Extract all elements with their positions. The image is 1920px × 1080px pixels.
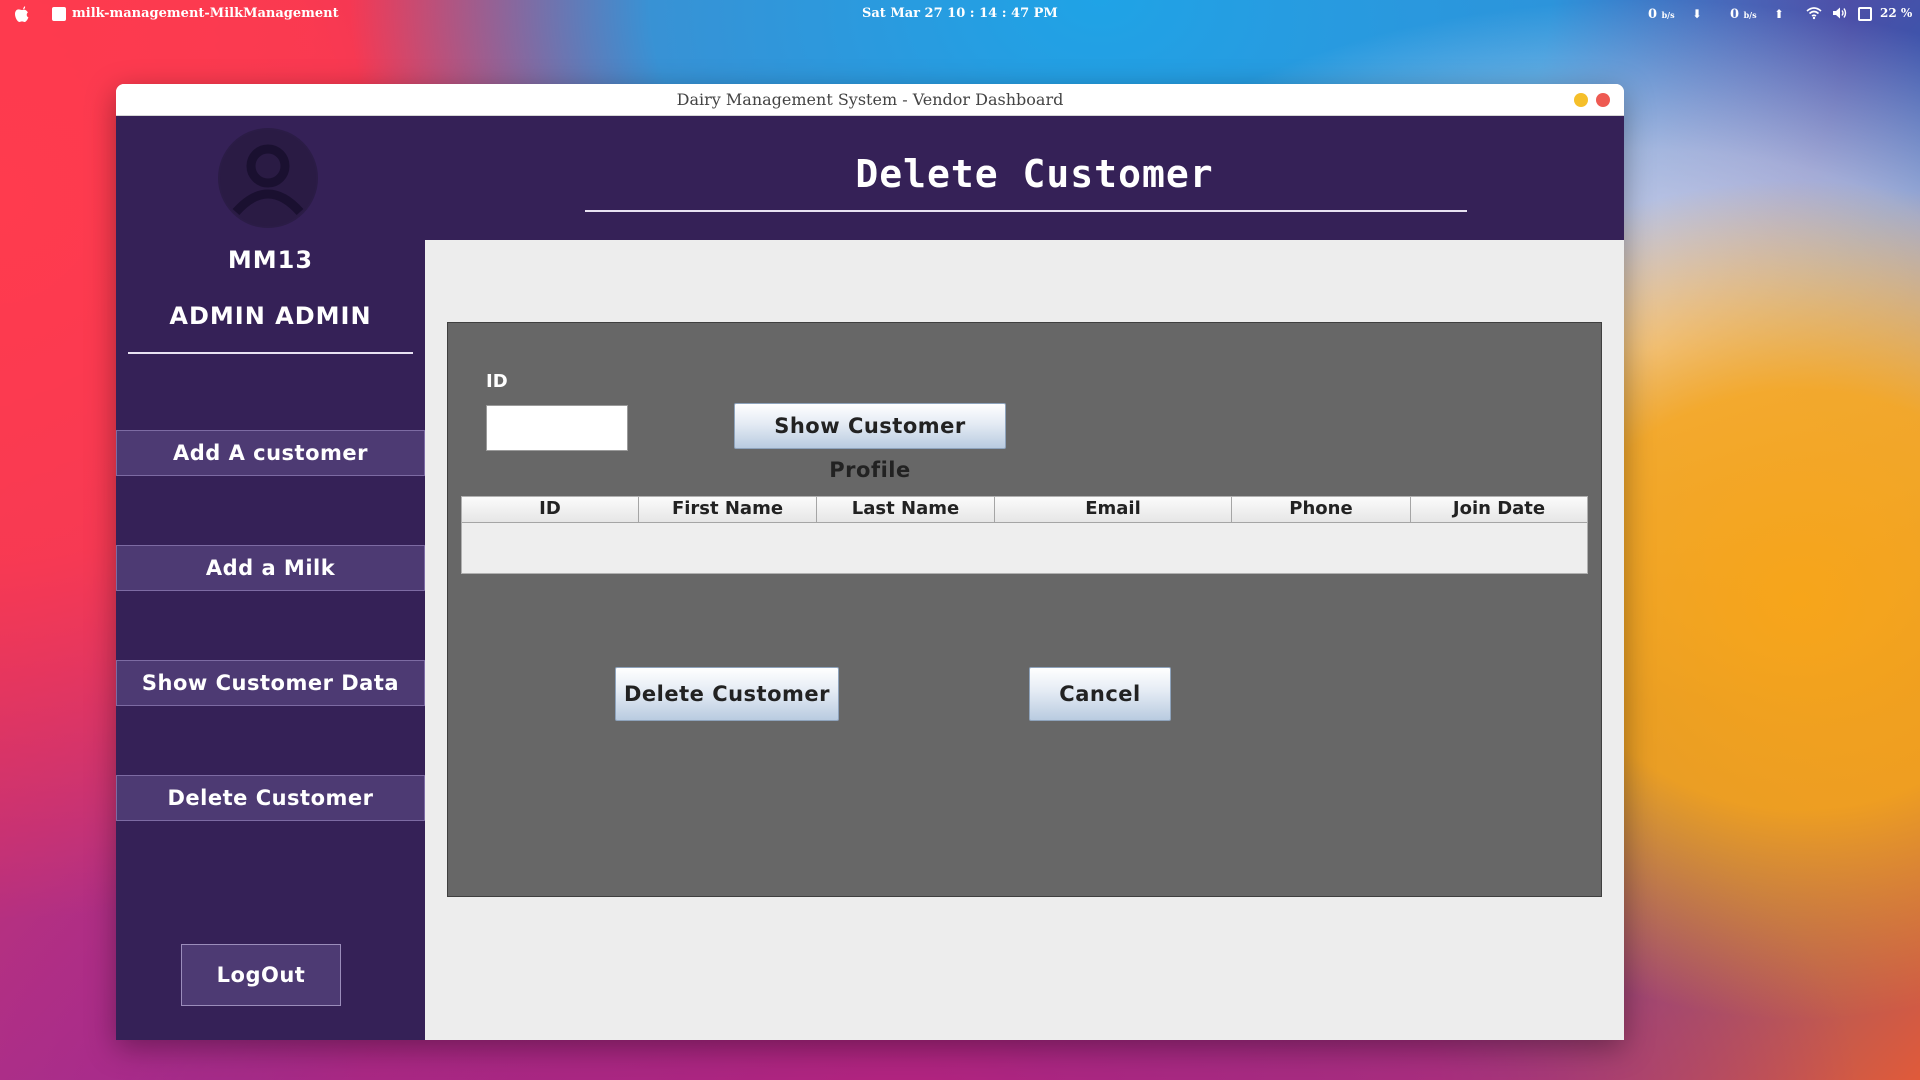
upload-arrow-icon: ⬆ (1774, 7, 1785, 21)
delete-customer-button[interactable]: Delete Customer (615, 667, 839, 721)
network-up-rate: 0 b/s (1730, 7, 1757, 22)
app-name[interactable]: milk-management-MilkManagement (72, 6, 339, 21)
id-input[interactable] (486, 405, 628, 451)
network-down-rate: 0 b/s (1648, 7, 1675, 22)
app-window: Dairy Management System - Vendor Dashboa… (116, 84, 1624, 1040)
clock[interactable]: Sat Mar 27 10 : 14 : 47 PM (862, 6, 1058, 21)
cancel-button[interactable]: Cancel (1029, 667, 1171, 721)
nav-show-customer-data-button[interactable]: Show Customer Data (116, 660, 425, 706)
sidebar-divider (128, 352, 413, 354)
table-body[interactable] (462, 523, 1587, 573)
wifi-icon[interactable] (1806, 6, 1822, 20)
network-up-value: 0 (1730, 7, 1740, 22)
user-avatar-icon (218, 128, 318, 228)
network-up-unit: b/s (1743, 10, 1757, 20)
menu-bar: milk-management-MilkManagement Sat Mar 2… (0, 0, 1920, 28)
customer-table: ID First Name Last Name Email Phone Join… (461, 496, 1588, 574)
delete-customer-panel: ID Show Customer Profile ID First Name L… (447, 322, 1602, 897)
close-button[interactable] (1596, 93, 1610, 107)
battery-icon[interactable] (1858, 7, 1872, 21)
table-header: ID First Name Last Name Email Phone Join… (462, 497, 1587, 523)
minimize-button[interactable] (1574, 93, 1588, 107)
title-underline (585, 210, 1467, 212)
volume-icon[interactable] (1832, 6, 1848, 20)
show-customer-profile-button[interactable]: Show Customer Profile (734, 403, 1006, 482)
apple-icon[interactable] (14, 5, 30, 23)
column-header-join-date[interactable]: Join Date (1411, 497, 1587, 523)
logout-button[interactable]: LogOut (181, 944, 341, 1006)
network-down-unit: b/s (1661, 10, 1675, 20)
user-name: ADMIN ADMIN (169, 302, 372, 330)
page-header: Delete Customer (425, 116, 1624, 240)
column-header-first-name[interactable]: First Name (639, 497, 817, 523)
id-label: ID (486, 371, 508, 392)
nav-add-customer-button[interactable]: Add A customer (116, 430, 425, 476)
page-title: Delete Customer (855, 152, 1214, 196)
window-titlebar[interactable]: Dairy Management System - Vendor Dashboa… (116, 84, 1624, 116)
nav-delete-customer-button[interactable]: Delete Customer (116, 775, 425, 821)
window-title: Dairy Management System - Vendor Dashboa… (676, 90, 1064, 109)
column-header-phone[interactable]: Phone (1232, 497, 1411, 523)
nav-add-milk-button[interactable]: Add a Milk (116, 545, 425, 591)
user-code: MM13 (227, 246, 314, 274)
battery-percent[interactable]: 22 % (1880, 6, 1912, 20)
column-header-email[interactable]: Email (995, 497, 1232, 523)
sidebar: MM13 ADMIN ADMIN Add A customer Add a Mi… (116, 116, 425, 1040)
column-header-id[interactable]: ID (462, 497, 639, 523)
download-arrow-icon: ⬇ (1692, 7, 1703, 21)
column-header-last-name[interactable]: Last Name (817, 497, 995, 523)
network-down-value: 0 (1648, 7, 1658, 22)
java-app-icon (52, 7, 66, 21)
